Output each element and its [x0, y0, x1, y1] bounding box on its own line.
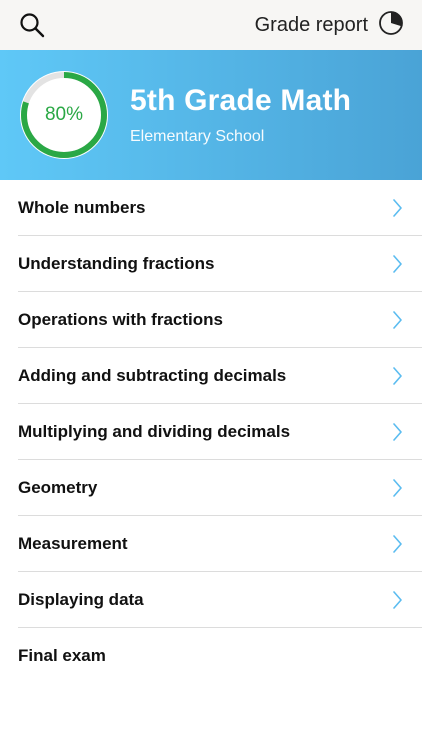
- chevron-right-icon: [392, 254, 402, 273]
- grade-report-label: Grade report: [254, 13, 368, 36]
- grade-report-button[interactable]: Grade report: [255, 10, 404, 41]
- pie-chart-icon: [378, 10, 404, 41]
- chevron-right-icon: [392, 590, 402, 609]
- topic-label: Displaying data: [18, 589, 144, 609]
- topic-label: Multiplying and dividing decimals: [18, 421, 291, 441]
- chevron-right-icon: [392, 478, 402, 497]
- list-item[interactable]: Understanding fractions: [18, 236, 422, 292]
- topic-label: Whole numbers: [18, 197, 146, 217]
- progress-percent: 80%: [44, 104, 84, 125]
- topic-list: Whole numbers Understanding fractions Oper…: [0, 180, 422, 684]
- topic-label: Final exam: [18, 646, 106, 665]
- top-bar: Grade report: [0, 0, 422, 50]
- list-item[interactable]: Whole numbers: [18, 180, 422, 236]
- list-item[interactable]: Operations with fractions: [18, 292, 422, 348]
- chevron-right-icon: [392, 366, 402, 385]
- topic-label: Geometry: [18, 477, 98, 497]
- topic-label: Understanding fractions: [18, 253, 215, 273]
- chevron-right-icon: [392, 422, 402, 441]
- course-subtitle: Elementary School: [130, 128, 265, 145]
- list-item[interactable]: Adding and subtracting decimals: [18, 348, 422, 404]
- topic-label: Adding and subtracting decimals: [18, 365, 287, 385]
- course-title: 5th Grade Math: [130, 84, 352, 117]
- chevron-right-icon: [392, 310, 402, 329]
- topic-label: Operations with fractions: [18, 309, 223, 329]
- list-item[interactable]: Geometry: [18, 460, 422, 516]
- list-item[interactable]: Multiplying and dividing decimals: [18, 404, 422, 460]
- progress-ring: 80%: [18, 69, 110, 161]
- topic-label: Measurement: [18, 533, 128, 553]
- list-item[interactable]: Displaying data: [18, 572, 422, 628]
- course-header: 80% 5th Grade Math Elementary School: [0, 50, 422, 180]
- list-item[interactable]: Final exam: [18, 628, 422, 684]
- chevron-right-icon: [392, 534, 402, 553]
- chevron-right-icon: [392, 198, 402, 217]
- search-icon[interactable]: [18, 11, 46, 39]
- list-item[interactable]: Measurement: [18, 516, 422, 572]
